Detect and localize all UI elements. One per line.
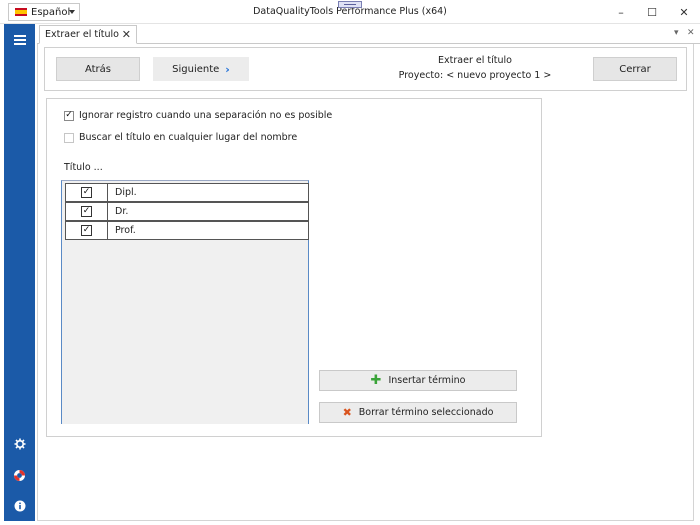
next-button-label: Siguiente [172, 63, 220, 75]
next-button[interactable]: Siguiente › [153, 57, 249, 81]
search-anywhere-option[interactable]: Buscar el título en cualquier lugar del … [64, 132, 297, 143]
table-row[interactable]: ✓ Dipl. [65, 183, 309, 202]
search-anywhere-checkbox[interactable] [64, 132, 74, 143]
window-drag-handle[interactable] [338, 1, 362, 8]
search-anywhere-label: Buscar el título en cualquier lugar del … [79, 132, 298, 143]
title-bar: Español DataQualityTools Performance Plu… [0, 0, 700, 24]
wizard-navigation: Atrás Siguiente › Extraer el título Proy… [44, 47, 687, 91]
tab-list-dropdown-icon[interactable]: ▾ [674, 28, 679, 38]
project-label: Proyecto: < nuevo proyecto 1 > [398, 70, 552, 81]
table-row[interactable]: ✓ Dr. [65, 202, 309, 221]
minimize-button[interactable]: – [605, 0, 637, 24]
close-button-label: Cerrar [619, 63, 651, 75]
close-pane-icon[interactable]: ✕ [687, 28, 695, 38]
delete-icon: ✖ [342, 406, 352, 419]
tab-extraer-titulo[interactable]: Extraer el título ✕ [39, 25, 137, 44]
plus-icon: ✚ [370, 373, 382, 388]
insert-term-label: Insertar término [388, 375, 466, 386]
back-button-label: Atrás [84, 63, 112, 75]
titles-section-label: Título ... [64, 162, 103, 173]
delete-term-button[interactable]: ✖ Borrar término seleccionado [319, 402, 517, 423]
lifebuoy-icon[interactable] [4, 465, 35, 485]
table-row[interactable]: ✓ Prof. [65, 221, 309, 240]
delete-term-label: Borrar término seleccionado [358, 407, 494, 418]
row-checkbox[interactable]: ✓ [81, 225, 92, 236]
menu-icon[interactable] [4, 30, 35, 50]
chevron-right-icon: › [225, 62, 230, 76]
tab-label: Extraer el título [45, 29, 119, 40]
info-icon[interactable] [4, 496, 35, 516]
page-title: Extraer el título [438, 55, 512, 66]
term-cell[interactable]: Dipl. [115, 187, 137, 198]
insert-term-button[interactable]: ✚ Insertar término [319, 370, 517, 391]
tab-strip: Extraer el título ✕ ▾ ✕ [37, 25, 700, 44]
row-checkbox[interactable]: ✓ [81, 187, 92, 198]
gear-icon[interactable] [4, 434, 35, 454]
maximize-button[interactable]: ☐ [636, 0, 668, 24]
ignore-record-option[interactable]: ✓ Ignorar registro cuando una separación… [64, 110, 332, 121]
close-window-button[interactable]: ✕ [668, 0, 700, 24]
ignore-record-label: Ignorar registro cuando una separación n… [79, 110, 333, 121]
back-button[interactable]: Atrás [56, 57, 140, 81]
term-cell[interactable]: Dr. [115, 206, 128, 217]
term-cell[interactable]: Prof. [115, 225, 136, 236]
titles-table[interactable]: ✓ Dipl. ✓ Dr. ✓ Prof. [61, 180, 309, 424]
row-checkbox[interactable]: ✓ [81, 206, 92, 217]
close-icon[interactable]: ✕ [122, 28, 131, 41]
close-button[interactable]: Cerrar [593, 57, 677, 81]
sidebar [4, 24, 35, 521]
ignore-record-checkbox[interactable]: ✓ [64, 110, 74, 121]
